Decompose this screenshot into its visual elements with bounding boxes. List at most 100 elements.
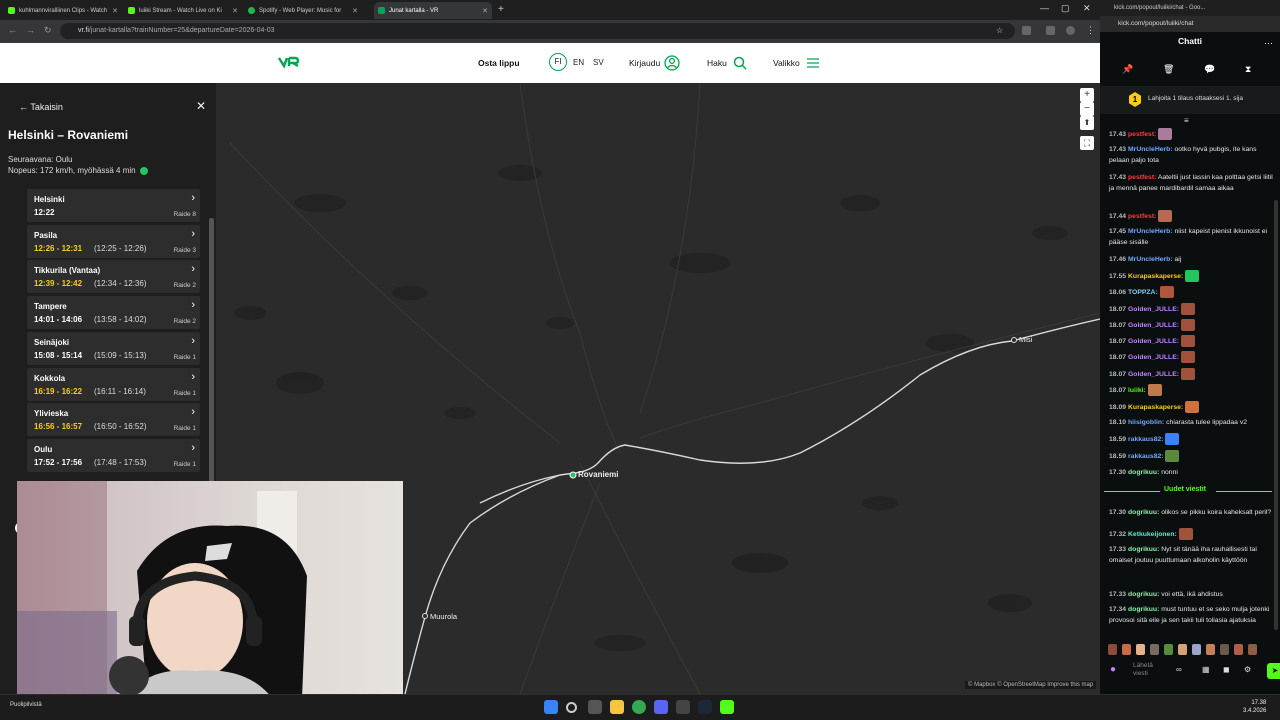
lang-sv[interactable]: SV [593,58,604,67]
lang-fi[interactable]: FI [549,53,567,71]
browser-tab-3[interactable]: Spotify - Web Player: Music for ✕ [244,2,362,19]
chat-bubble-icon[interactable]: 💬 [1204,64,1215,75]
message-user[interactable]: MrUncleHerb: [1128,146,1173,153]
chat-message[interactable]: 18.07 Golden_JULLE: [1109,368,1273,380]
message-user[interactable]: pestfest: [1128,174,1156,181]
weather-widget[interactable]: Puolipilvistä [10,702,42,708]
chat-message[interactable]: 18.07 Golden_JULLE: [1109,335,1273,347]
chat-message[interactable]: 17.44 pestfest: [1109,210,1273,222]
message-user[interactable]: TOPPZA: [1128,289,1158,296]
task-view-icon[interactable] [588,700,602,714]
stop-item[interactable]: Helsinki 12:22 Raide 8 › [27,189,200,222]
emote[interactable] [1234,644,1243,655]
app-icon[interactable] [676,700,690,714]
message-user[interactable]: Ketkukeijonen: [1128,531,1177,538]
menu-link[interactable]: Valikko [773,43,820,83]
kick-app-icon[interactable] [720,700,734,714]
emote[interactable] [1206,644,1215,655]
emote[interactable] [1122,644,1131,655]
emote[interactable] [1136,644,1145,655]
message-user[interactable]: rakkaus82: [1128,453,1164,460]
message-user[interactable]: MrUncleHerb: [1128,228,1173,235]
chat-message[interactable]: 18.07 Golden_JULLE: [1109,351,1273,363]
station-marker-misi[interactable] [1011,337,1017,343]
stop-item[interactable]: Pasila 12:26 - 12:31 (12:25 - 12:26) Raide … [27,224,200,258]
chat-message[interactable]: 17.55 Kurapaskaperse: [1109,270,1273,282]
message-user[interactable]: Golden_JULLE: [1128,371,1179,378]
close-icon[interactable]: ✕ [112,7,118,15]
chat-message[interactable]: 17.46 MrUncleHerb: aij [1109,254,1273,265]
chat-message[interactable]: 18.09 Kurapaskaperse: [1109,401,1273,413]
emote[interactable] [1150,644,1159,655]
close-icon[interactable]: ✕ [232,7,238,15]
browser-tab-1[interactable]: kuhlmannviralliinen Clips - Watch ✕ [4,2,122,19]
gift-icon[interactable]: ▦ [1202,665,1210,674]
chat-url-field[interactable]: kick.com/popout/luiiki/chat [1100,16,1280,32]
chat-message[interactable]: 18.10 hiisigoblin: chiarasta tulee lippad… [1109,417,1273,428]
buy-ticket-link[interactable]: Osta lippu [478,43,520,83]
message-user[interactable]: pestfest: [1128,131,1156,138]
chat-message[interactable]: 18.06 TOPPZA: [1109,286,1273,298]
emote[interactable] [1178,644,1187,655]
browser-menu-icon[interactable]: ⋮ [1086,25,1095,36]
close-icon[interactable]: ✕ [352,7,358,15]
message-user[interactable]: Kurapaskaperse: [1128,273,1183,280]
send-button[interactable]: ➤ [1267,663,1280,679]
trash-icon[interactable]: 🗑 [1163,64,1174,75]
back-button[interactable]: ← Takaisin [19,102,63,112]
back-arrow-icon[interactable]: ← [8,25,17,35]
emote[interactable] [1108,644,1117,655]
search-icon[interactable] [566,702,577,713]
map-attribution[interactable]: © Mapbox © OpenStreetMap Improve this ma… [965,681,1097,689]
chat-message[interactable]: 17.43 MrUncleHerb: ootko hyvä pubgis, ite… [1109,144,1273,166]
chat-message[interactable]: 17.43 pestfest: Aateltii just lassin kaa … [1109,172,1273,194]
chat-message[interactable]: 17.32 Ketkukeijonen: [1109,528,1273,540]
discord-icon[interactable] [654,700,668,714]
search-link[interactable]: Haku [707,43,747,83]
chat-message[interactable]: 18.59 rakkaus82: [1109,450,1273,462]
chat-message[interactable]: 17.33 dogrikuu: voi että, ikä ahdistus [1109,589,1273,600]
more-options-icon[interactable]: ⋯ [1264,38,1273,49]
profile-avatar[interactable] [1066,26,1075,35]
message-user[interactable]: pestfest: [1128,213,1156,220]
steam-icon[interactable] [698,700,712,714]
station-marker-rovaniemi[interactable] [569,471,577,479]
new-tab-icon[interactable]: + [498,4,504,15]
extension-icon[interactable] [1022,26,1031,35]
stop-item[interactable]: Oulu 17:52 - 17:56 (17:48 - 17:53) Raide 1 › [27,438,200,472]
stop-item[interactable]: Tikkurila (Vantaa) 12:39 - 12:42 (12:34 - … [27,260,200,294]
chat-scrollbar[interactable] [1274,200,1278,630]
emote[interactable] [1192,644,1201,655]
chat-message[interactable]: 18.07 Golden_JULLE: [1109,303,1273,315]
file-explorer-icon[interactable] [610,700,624,714]
chat-message[interactable]: 17.34 dogrikuu: must tuntuu et se seko mu… [1109,604,1273,626]
message-user[interactable]: dogrikuu: [1128,469,1159,476]
minimize-icon[interactable]: — [1040,3,1049,13]
stop-item[interactable]: Tampere 14:01 - 14:06 (13:58 - 14:02) Raide… [27,296,200,330]
stop-item[interactable]: Seinäjoki 15:08 - 15:14 (15:09 - 15:13) Rai… [27,331,200,365]
emote[interactable] [1164,644,1173,655]
stop-item[interactable]: Kokkola 16:19 - 16:22 (16:11 - 16:14) Raide… [27,367,200,401]
emote[interactable] [1220,644,1229,655]
message-user[interactable]: Golden_JULLE: [1128,306,1179,313]
panel-scrollbar[interactable] [209,218,214,483]
message-user[interactable]: Golden_JULLE: [1128,338,1179,345]
message-user[interactable]: dogrikuu: [1128,606,1159,613]
message-user[interactable]: dogrikuu: [1128,509,1159,516]
message-user[interactable]: luiiki: [1128,387,1146,394]
emoji-icon[interactable]: ∞ [1176,665,1182,674]
message-user[interactable]: hiisigoblin: [1128,419,1164,426]
filter-icon[interactable]: ≡ [1184,116,1189,125]
message-user[interactable]: Golden_JULLE: [1128,354,1179,361]
compass-icon[interactable]: ⬆ [1080,116,1094,130]
login-link[interactable]: Kirjaudu [629,43,680,83]
close-window-icon[interactable]: ✕ [1083,3,1091,14]
zoom-out-button[interactable]: − [1080,102,1094,116]
close-icon[interactable]: ✕ [482,7,488,15]
chat-message[interactable]: 18.07 luiiki: [1109,384,1273,396]
system-clock[interactable]: 17.38 3.4.2026 [1243,699,1266,715]
maximize-icon[interactable]: ▢ [1061,3,1070,14]
chat-bubble-icon[interactable]: ◼ [1223,665,1230,674]
pinned-message[interactable]: 1 Lahjoita 1 tilaus ottaaksesi 1. sija [1100,86,1280,114]
extension-icon[interactable] [1046,26,1055,35]
